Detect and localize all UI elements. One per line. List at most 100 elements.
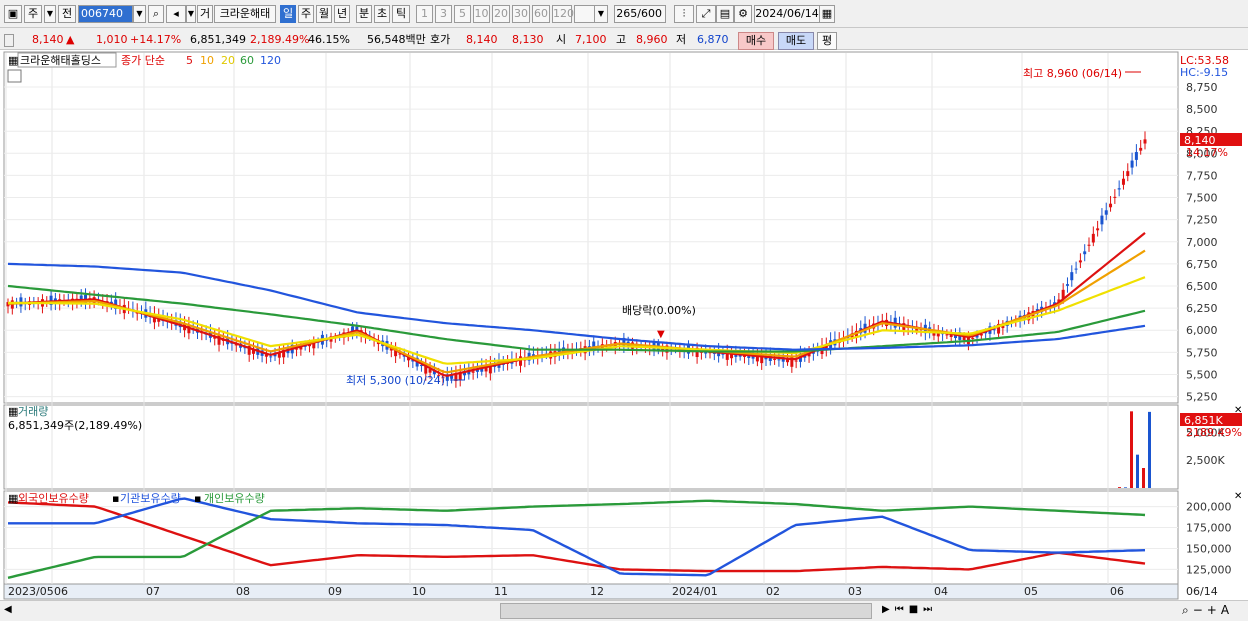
- holdings-axis: 200,000 175,000 150,000 125,000: [1186, 501, 1232, 577]
- price-axis: 8,7508,5008,2508,0007,7507,5007,2507,000…: [1186, 81, 1218, 404]
- interval-1[interactable]: 1: [416, 5, 433, 23]
- chart-area[interactable]: 8,7508,5008,2508,0007,7507,5007,2507,000…: [0, 50, 1248, 600]
- indicator-icon[interactable]: [7, 69, 22, 83]
- x-tick-label: 02: [766, 585, 780, 598]
- speaker-dropdown-icon[interactable]: ▼: [186, 5, 196, 23]
- playback-controls[interactable]: ▶⏮■⏭: [882, 604, 937, 615]
- x-tick-label: 07: [146, 585, 160, 598]
- legend-ma5: 5: [186, 54, 193, 67]
- candle-body: [1117, 188, 1121, 190]
- search-icon[interactable]: ⌕: [148, 5, 164, 23]
- prev-button[interactable]: 전: [58, 5, 76, 23]
- line-tool-icon[interactable]: ⤢: [696, 5, 716, 23]
- period-day[interactable]: 일: [280, 5, 296, 23]
- price-tick-label: 7,750: [1186, 169, 1218, 182]
- candle-body: [945, 334, 949, 336]
- interval-3[interactable]: 3: [435, 5, 452, 23]
- price-pct-tag: 14.17%: [1186, 146, 1228, 159]
- gear-icon[interactable]: ⚙: [734, 5, 752, 23]
- high-price: 8,960: [636, 33, 668, 46]
- price-tick-label: 7,250: [1186, 214, 1218, 227]
- price-tick-label: 7,000: [1186, 236, 1218, 249]
- dropdown-arrow-icon[interactable]: ▼: [44, 5, 56, 23]
- candle-body: [1130, 160, 1134, 168]
- hc-label: HC:-9.15: [1180, 66, 1228, 79]
- checkbox-icon[interactable]: [4, 34, 14, 47]
- price-tick-label: 8,750: [1186, 81, 1218, 94]
- volume-percent: 2,189.49%: [250, 33, 310, 46]
- x-tick-label: 03: [848, 585, 862, 598]
- volume-panel-frame: [3, 404, 1179, 490]
- legend-stock-name: 크라운해태홀딩스: [20, 53, 101, 67]
- buy-button[interactable]: 매수: [738, 32, 774, 50]
- candle-body: [1143, 139, 1147, 144]
- bid-price: 8,130: [512, 33, 544, 46]
- stock-name-field: 크라운해태: [214, 5, 276, 23]
- candle-body: [971, 337, 975, 339]
- stock-code-input[interactable]: 006740: [78, 5, 133, 23]
- price-tick-label: 6,750: [1186, 258, 1218, 271]
- scroll-thumb[interactable]: [500, 603, 872, 619]
- candle-body: [1100, 215, 1104, 225]
- zoom-controls[interactable]: ⌕−+A: [1182, 603, 1233, 618]
- interval-120[interactable]: 120: [552, 5, 574, 23]
- interval-10[interactable]: 10: [473, 5, 490, 23]
- price-tick-label: 5,500: [1186, 368, 1218, 381]
- open-price: 7,100: [575, 33, 607, 46]
- interval-5[interactable]: 5: [454, 5, 471, 23]
- candle-body: [1126, 171, 1130, 177]
- calendar-icon[interactable]: ▦: [819, 5, 835, 23]
- current-price: 8,140: [32, 33, 64, 46]
- holdings-tick-label: 125,000: [1186, 563, 1232, 576]
- market-selector[interactable]: 주: [24, 5, 42, 23]
- price-tick-label: 8,500: [1186, 103, 1218, 116]
- legend-foreign: 외국인보유수량: [18, 492, 89, 505]
- volume-close-icon[interactable]: ✕: [1234, 405, 1242, 416]
- volume-value-text: 6,851,349주(2,189.49%): [8, 419, 142, 432]
- x-tick-label: 08: [236, 585, 250, 598]
- period-year[interactable]: 년: [334, 5, 350, 23]
- scroll-left-icon[interactable]: ◀: [4, 604, 12, 615]
- holdings-tick-label: 150,000: [1186, 542, 1232, 555]
- interval-60[interactable]: 60: [532, 5, 550, 23]
- candle-body: [1104, 210, 1108, 215]
- chart-scrollbar[interactable]: ◀ ▶⏮■⏭ ⌕−+A: [0, 600, 1248, 621]
- candle-body: [1134, 152, 1138, 160]
- volume-tick-label: 2,500K: [1186, 454, 1225, 467]
- legend-series-label: 종가 단순: [121, 54, 165, 67]
- range-input[interactable]: 265/600: [614, 5, 666, 23]
- date-input[interactable]: 2024/06/14: [754, 5, 820, 23]
- period-minute[interactable]: 분: [356, 5, 372, 23]
- volume-title: 거래량: [18, 405, 48, 418]
- up-arrow-icon: ▲: [66, 33, 75, 46]
- period-second[interactable]: 초: [374, 5, 390, 23]
- period-week[interactable]: 주: [298, 5, 314, 23]
- legend-individual: 개인보유수량: [204, 492, 265, 505]
- volume-pct-tag: 2189.49%: [1186, 426, 1242, 439]
- x-tick-label: 11: [494, 585, 508, 598]
- candle-icon[interactable]: ⫶: [674, 5, 694, 23]
- layout-icon[interactable]: ▣: [4, 5, 22, 23]
- volume-bar: [1118, 487, 1121, 488]
- interval-dropdown-icon[interactable]: ▼: [594, 5, 608, 23]
- period-tick[interactable]: 틱: [392, 5, 410, 23]
- x-tick-label: 2024/01: [672, 585, 718, 598]
- price-tick-label: 7,500: [1186, 192, 1218, 205]
- sell-button[interactable]: 매도: [778, 32, 814, 50]
- candle-body: [1121, 178, 1125, 185]
- save-icon[interactable]: ▤: [716, 5, 734, 23]
- legend-ma60: 60: [240, 54, 254, 67]
- price-tick-label: 6,000: [1186, 324, 1218, 337]
- legend-ma10: 10: [200, 54, 214, 67]
- mode-button[interactable]: 거: [197, 5, 213, 23]
- candle-body: [217, 334, 221, 345]
- speaker-icon[interactable]: ◂: [166, 5, 186, 23]
- period-month[interactable]: 월: [316, 5, 332, 23]
- code-dropdown-icon[interactable]: ▼: [133, 5, 146, 23]
- dividend-annotation: 배당락(0.00%): [622, 304, 696, 317]
- interval-30[interactable]: 30: [512, 5, 530, 23]
- interval-20[interactable]: 20: [492, 5, 510, 23]
- eval-button[interactable]: 평: [817, 32, 837, 50]
- holdings-close-icon[interactable]: ✕: [1234, 491, 1242, 502]
- candle-body: [1091, 233, 1095, 243]
